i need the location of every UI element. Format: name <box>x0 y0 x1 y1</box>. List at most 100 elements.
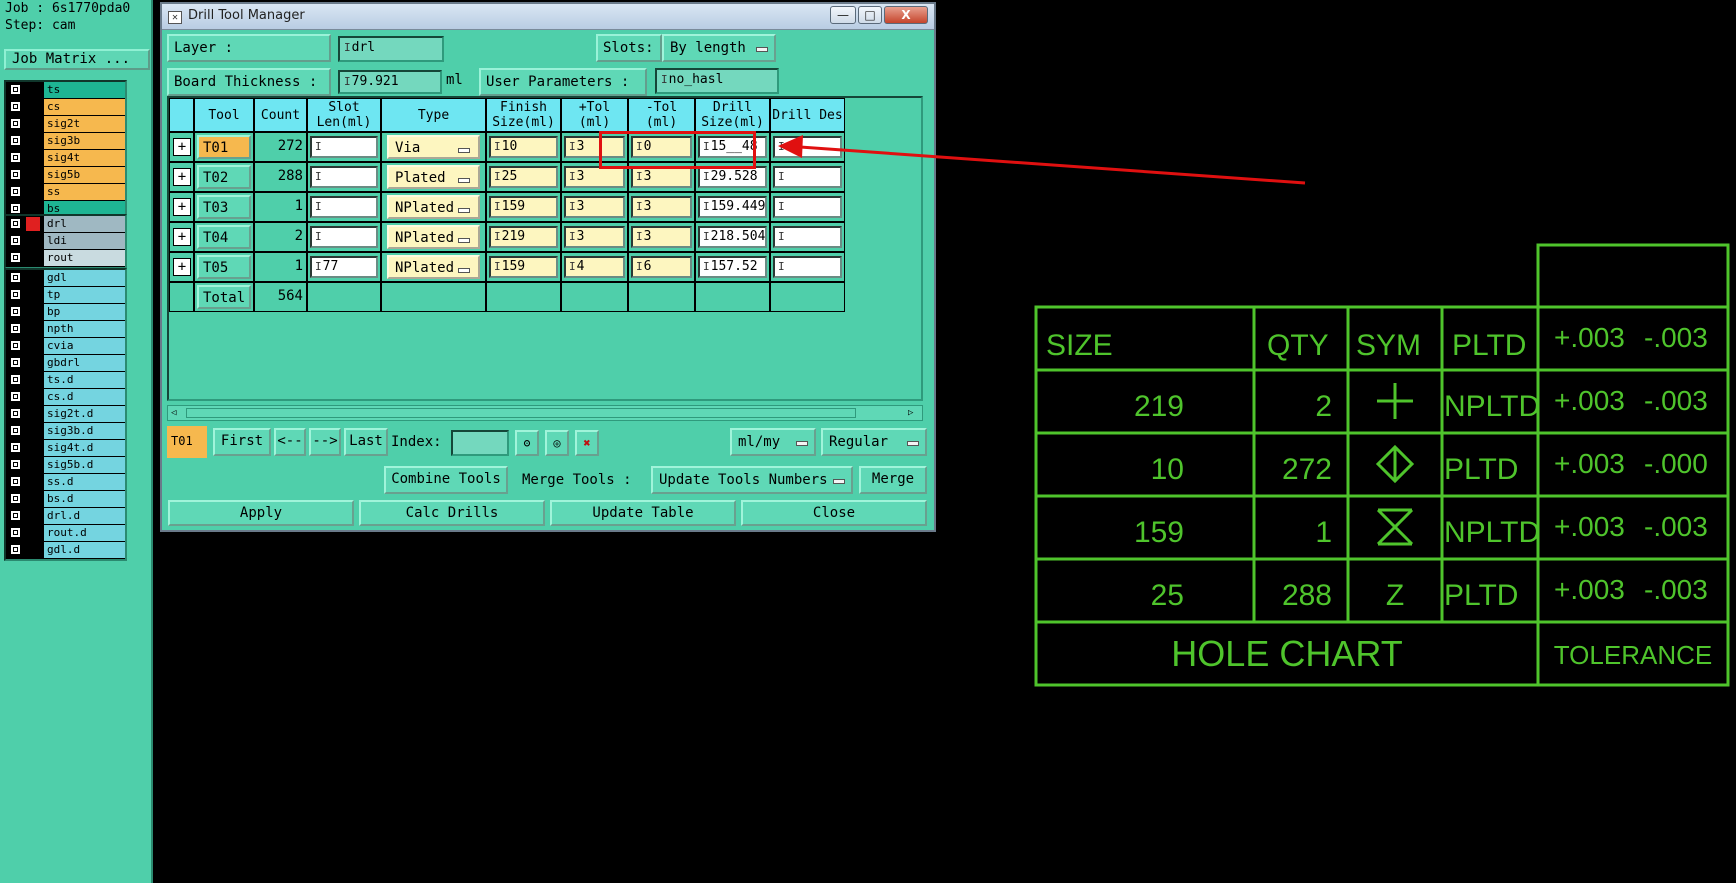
layer-checkbox[interactable] <box>10 101 21 112</box>
layer-name[interactable]: cs <box>44 99 125 115</box>
bulb-icon[interactable]: ʘ <box>515 430 539 456</box>
layer-name[interactable]: rout <box>44 250 125 266</box>
merge-button[interactable]: Merge <box>859 466 927 494</box>
layer-row[interactable]: tp <box>6 287 125 304</box>
layer-row[interactable]: sig3b <box>6 133 125 150</box>
layer-name[interactable]: tp <box>44 287 125 303</box>
layer-checkbox[interactable] <box>10 306 21 317</box>
layer-name[interactable]: drl.d <box>44 508 125 524</box>
layer-name[interactable]: sig3b <box>44 133 125 149</box>
layer-name[interactable]: cs.d <box>44 389 125 405</box>
layer-name[interactable]: bs.d <box>44 491 125 507</box>
finish-size-input[interactable]: 159 <box>489 196 558 218</box>
drill-des-input[interactable] <box>773 136 842 158</box>
plus-tol-input[interactable]: 3 <box>564 196 625 218</box>
tool-button[interactable]: T05 <box>197 255 251 279</box>
layer-row[interactable]: cs <box>6 99 125 116</box>
layer-name[interactable]: npth <box>44 321 125 337</box>
layer-name[interactable]: gbdrl <box>44 355 125 371</box>
layer-checkbox[interactable] <box>10 340 21 351</box>
layer-checkbox[interactable] <box>10 408 21 419</box>
prev-button[interactable]: <-- <box>274 428 306 456</box>
type-option[interactable]: Via <box>387 135 480 159</box>
layer-row[interactable]: ts.d <box>6 372 125 389</box>
layer-name[interactable]: sig2t.d <box>44 406 125 422</box>
type-option[interactable]: NPlated <box>387 225 480 249</box>
slots-option[interactable]: By length <box>662 34 776 62</box>
layer-row[interactable]: gdl <box>6 270 125 287</box>
drill-des-input[interactable] <box>773 256 842 278</box>
board-thickness-input[interactable]: 79.921 <box>338 70 442 94</box>
layer-name[interactable]: sig5b <box>44 167 125 183</box>
layer-name[interactable]: drl <box>44 216 125 232</box>
layer-name[interactable]: sig3b.d <box>44 423 125 439</box>
layer-checkbox[interactable] <box>10 203 21 214</box>
layer-checkbox[interactable] <box>10 135 21 146</box>
next-button[interactable]: --> <box>309 428 341 456</box>
drill-des-input[interactable] <box>773 166 842 188</box>
layer-row[interactable]: sig4t <box>6 150 125 167</box>
refresh-icon[interactable]: ◎ <box>545 430 569 456</box>
layer-row[interactable]: bp <box>6 304 125 321</box>
layer-checkbox[interactable] <box>10 118 21 129</box>
minus-tol-input[interactable]: 3 <box>631 196 692 218</box>
slot-length-input[interactable] <box>310 226 378 248</box>
layer-row[interactable]: drl <box>6 216 125 233</box>
layer-checkbox[interactable] <box>10 84 21 95</box>
row-expander-icon[interactable]: + <box>173 198 191 216</box>
layer-name[interactable]: gdl <box>44 270 125 286</box>
finish-size-input[interactable]: 25 <box>489 166 558 188</box>
slot-length-input[interactable] <box>310 166 378 188</box>
user-parameters-input[interactable]: no_hasl <box>655 68 779 94</box>
layer-row[interactable]: sig2t <box>6 116 125 133</box>
first-button[interactable]: First <box>213 428 271 456</box>
layer-row[interactable]: sig5b.d <box>6 457 125 474</box>
layer-row[interactable]: drl.d <box>6 508 125 525</box>
layer-checkbox[interactable] <box>10 152 21 163</box>
layer-name[interactable]: ts.d <box>44 372 125 388</box>
row-expander-icon[interactable]: + <box>173 138 191 156</box>
slot-length-input[interactable] <box>310 136 378 158</box>
layer-checkbox[interactable] <box>10 218 21 229</box>
index-input[interactable] <box>451 430 509 456</box>
apply-button[interactable]: Apply <box>168 500 354 526</box>
drill-size-input[interactable]: 29.528 <box>698 166 767 188</box>
drill-des-input[interactable] <box>773 226 842 248</box>
minus-tol-input[interactable]: 3 <box>631 226 692 248</box>
last-button[interactable]: Last <box>344 428 388 456</box>
layer-checkbox[interactable] <box>10 186 21 197</box>
layer-row[interactable]: ss <box>6 184 125 201</box>
layer-row[interactable]: sig3b.d <box>6 423 125 440</box>
combine-tools-button[interactable]: Combine Tools <box>384 466 508 494</box>
layer-checkbox[interactable] <box>10 527 21 538</box>
layer-checkbox[interactable] <box>10 235 21 246</box>
layer-name[interactable]: bp <box>44 304 125 320</box>
type-option[interactable]: NPlated <box>387 195 480 219</box>
layer-row[interactable]: sig4t.d <box>6 440 125 457</box>
job-matrix-button[interactable]: Job Matrix ... <box>4 49 150 70</box>
title-bar[interactable]: ✕ Drill Tool Manager — □ X <box>162 4 934 30</box>
layer-checkbox[interactable] <box>10 425 21 436</box>
mode-option[interactable]: Regular <box>821 428 927 456</box>
tool-button[interactable]: T04 <box>197 225 251 249</box>
layer-row[interactable]: sig2t.d <box>6 406 125 423</box>
horizontal-scrollbar[interactable]: ◁ ▷ <box>167 405 923 421</box>
layer-row[interactable]: ldi <box>6 233 125 250</box>
drill-size-input[interactable]: 157.52 <box>698 256 767 278</box>
layer-row[interactable]: ts <box>6 82 125 99</box>
layer-checkbox[interactable] <box>10 272 21 283</box>
layer-row[interactable]: sig5b <box>6 167 125 184</box>
minimize-button[interactable]: — <box>830 6 856 24</box>
layer-row[interactable]: cs.d <box>6 389 125 406</box>
close-button[interactable]: Close <box>741 500 927 526</box>
drill-des-input[interactable] <box>773 196 842 218</box>
layer-checkbox[interactable] <box>10 357 21 368</box>
layer-checkbox[interactable] <box>10 544 21 555</box>
layer-name[interactable]: ss <box>44 184 125 200</box>
layer-checkbox[interactable] <box>10 323 21 334</box>
calc-drills-button[interactable]: Calc Drills <box>359 500 545 526</box>
layer-name[interactable]: ss.d <box>44 474 125 490</box>
plus-tol-input[interactable]: 4 <box>564 256 625 278</box>
slot-length-input[interactable]: 77 <box>310 256 378 278</box>
layer-checkbox[interactable] <box>10 442 21 453</box>
